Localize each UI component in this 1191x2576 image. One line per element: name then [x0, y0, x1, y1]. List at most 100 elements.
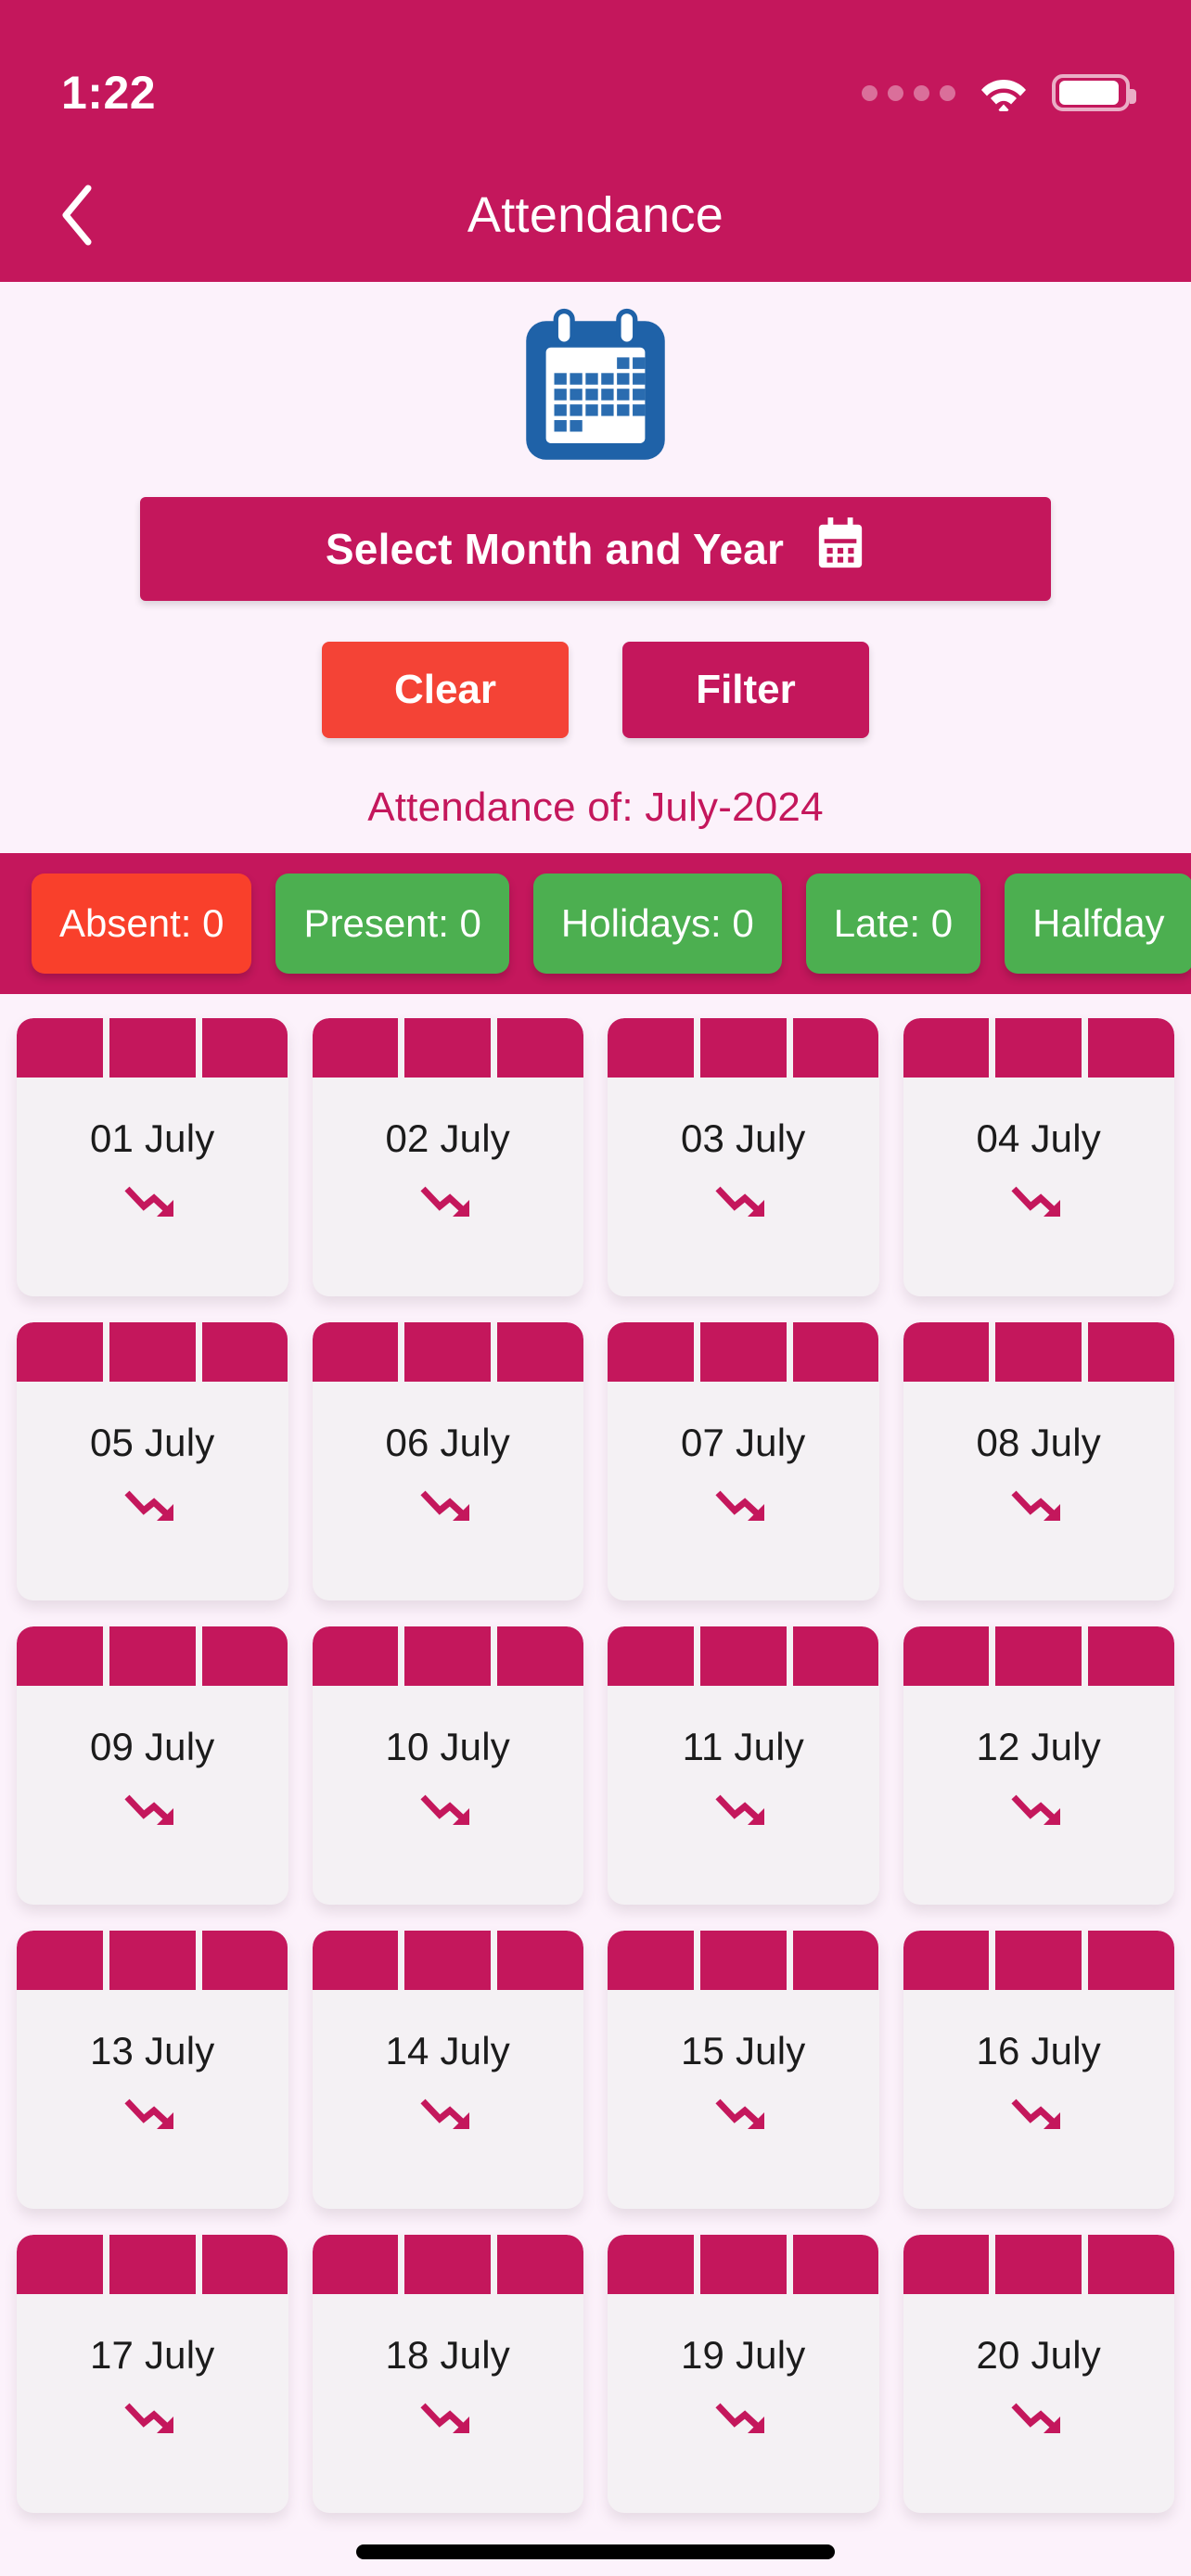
- battery-full-icon: [1052, 74, 1136, 111]
- day-card[interactable]: 13 July: [17, 1931, 288, 2209]
- stat-chip[interactable]: Present: 0: [275, 874, 509, 974]
- trending-down-icon: [420, 1794, 469, 1825]
- day-card[interactable]: 16 July: [903, 1931, 1175, 2209]
- trending-down-icon: [715, 1186, 765, 1217]
- trending-down-icon: [1011, 2403, 1060, 2433]
- day-card[interactable]: 19 July: [608, 2235, 879, 2513]
- day-card-date: 10 July: [385, 1725, 510, 1768]
- day-card-header: [903, 1018, 1175, 1078]
- trending-down-icon: [715, 2403, 765, 2433]
- trending-down-icon: [715, 1490, 765, 1521]
- day-card-date: 17 July: [90, 2333, 215, 2377]
- trending-down-icon: [1011, 2098, 1060, 2129]
- calendar-icon: [0, 308, 1191, 473]
- day-card-header: [608, 1931, 879, 1990]
- day-card-header: [312, 1322, 584, 1382]
- day-card[interactable]: 01 July: [17, 1018, 288, 1296]
- day-card-header: [608, 1018, 879, 1078]
- select-month-year-label: Select Month and Year: [325, 525, 785, 573]
- stats-chip-row[interactable]: Absent: 0 Present: 0 Holidays: 0 Late: 0 Hal…: [0, 853, 1191, 994]
- day-card[interactable]: 11 July: [608, 1626, 879, 1905]
- day-card-date: 01 July: [90, 1116, 215, 1160]
- home-indicator[interactable]: [356, 2544, 835, 2559]
- day-card[interactable]: 08 July: [903, 1322, 1175, 1600]
- trending-down-icon: [124, 2098, 174, 2129]
- trending-down-icon: [420, 1490, 469, 1521]
- day-card-header: [903, 1322, 1175, 1382]
- day-card[interactable]: 12 July: [903, 1626, 1175, 1905]
- attendance-day-grid: 01 July 02 July 03 July 04 July 05 July …: [0, 994, 1191, 2513]
- phone-screen: 1:22 Attendance Select Month and Year Cl…: [0, 0, 1191, 2576]
- day-card-body: 10 July: [313, 1686, 584, 1905]
- day-card[interactable]: 06 July: [312, 1322, 584, 1600]
- day-card-date: 15 July: [681, 2029, 806, 2072]
- trending-down-icon: [1011, 1490, 1060, 1521]
- day-card-header: [17, 1626, 288, 1686]
- day-card[interactable]: 14 July: [312, 1931, 584, 2209]
- back-button[interactable]: [43, 181, 111, 249]
- stat-chip[interactable]: Holidays: 0: [532, 874, 782, 974]
- day-card-date: 05 July: [90, 1421, 215, 1464]
- day-card-date: 02 July: [385, 1116, 510, 1160]
- stat-chip[interactable]: Halfday: [1005, 874, 1191, 974]
- day-card-header: [312, 2235, 584, 2294]
- trending-down-icon: [420, 1186, 469, 1217]
- day-card[interactable]: 09 July: [17, 1626, 288, 1905]
- trending-down-icon: [1011, 1794, 1060, 1825]
- day-card-header: [903, 1626, 1175, 1686]
- filter-panel: Select Month and Year Clear Filter Atten…: [0, 282, 1191, 853]
- day-card-date: 19 July: [681, 2333, 806, 2377]
- filter-actions: Clear Filter: [0, 642, 1191, 738]
- day-card-date: 03 July: [681, 1116, 806, 1160]
- day-card-date: 11 July: [682, 1725, 804, 1768]
- day-card-header: [312, 1626, 584, 1686]
- calendar-small-icon: [815, 516, 865, 581]
- day-card-header: [17, 1322, 288, 1382]
- trending-down-icon: [420, 2403, 469, 2433]
- day-card-body: 09 July: [17, 1686, 288, 1905]
- day-card-date: 09 July: [90, 1725, 215, 1768]
- day-card-header: [903, 2235, 1175, 2294]
- day-card[interactable]: 07 July: [608, 1322, 879, 1600]
- clear-button[interactable]: Clear: [322, 642, 569, 738]
- day-card-date: 14 July: [385, 2029, 510, 2072]
- day-card-date: 13 July: [90, 2029, 215, 2072]
- day-card[interactable]: 18 July: [312, 2235, 584, 2513]
- day-card-date: 16 July: [976, 2029, 1101, 2072]
- day-card-body: 15 July: [608, 1990, 879, 2209]
- trending-down-icon: [715, 1794, 765, 1825]
- day-card-body: 18 July: [313, 2294, 584, 2513]
- signal-dots-icon: [862, 84, 955, 101]
- day-card[interactable]: 10 July: [312, 1626, 584, 1905]
- stat-chip[interactable]: Late: 0: [805, 874, 981, 974]
- day-card-date: 18 July: [385, 2333, 510, 2377]
- day-card-date: 12 July: [976, 1725, 1101, 1768]
- day-card[interactable]: 15 July: [608, 1931, 879, 2209]
- day-card-date: 04 July: [976, 1116, 1101, 1160]
- day-card-header: [608, 2235, 879, 2294]
- page-title: Attendance: [467, 187, 724, 243]
- day-card-header: [608, 1626, 879, 1686]
- select-month-year-button[interactable]: Select Month and Year: [140, 497, 1051, 601]
- status-time: 1:22: [61, 67, 157, 119]
- day-card[interactable]: 05 July: [17, 1322, 288, 1600]
- stat-chip[interactable]: Absent: 0: [32, 874, 252, 974]
- trending-down-icon: [715, 2098, 765, 2129]
- day-card-body: 13 July: [17, 1990, 288, 2209]
- day-card-body: 16 July: [903, 1990, 1175, 2209]
- day-card[interactable]: 20 July: [903, 2235, 1175, 2513]
- day-card[interactable]: 17 July: [17, 2235, 288, 2513]
- day-card-body: 04 July: [903, 1078, 1175, 1296]
- day-card-body: 20 July: [903, 2294, 1175, 2513]
- day-card-header: [17, 1931, 288, 1990]
- day-card[interactable]: 04 July: [903, 1018, 1175, 1296]
- status-bar: 1:22: [0, 0, 1191, 148]
- day-card-body: 02 July: [313, 1078, 584, 1296]
- day-card-header: [17, 2235, 288, 2294]
- filter-button[interactable]: Filter: [622, 642, 869, 738]
- trending-down-icon: [124, 1490, 174, 1521]
- day-card-body: 07 July: [608, 1382, 879, 1600]
- day-card[interactable]: 02 July: [312, 1018, 584, 1296]
- day-card-body: 14 July: [313, 1990, 584, 2209]
- day-card[interactable]: 03 July: [608, 1018, 879, 1296]
